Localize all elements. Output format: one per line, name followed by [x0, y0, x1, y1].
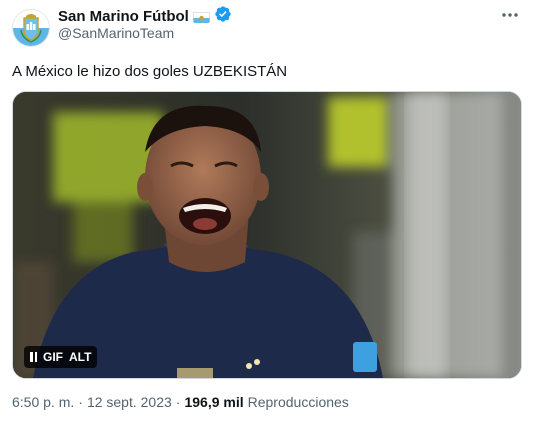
- view-count: 196,9 mil: [184, 394, 244, 410]
- san-marino-crest-icon: [13, 10, 49, 46]
- gif-label: GIF: [43, 350, 63, 364]
- view-label: Reproducciones: [247, 394, 349, 410]
- tweet-meta: 6:50 p. m. · 12 sept. 2023 · 196,9 mil R…: [12, 394, 349, 410]
- more-options-icon[interactable]: [500, 8, 520, 22]
- tweet-gif[interactable]: GIF ALT: [12, 91, 522, 379]
- alt-text-button[interactable]: ALT: [69, 350, 91, 364]
- avatar[interactable]: [12, 9, 50, 47]
- gif-controls-badge: GIF ALT: [24, 346, 98, 368]
- gif-frame-image: [13, 92, 521, 378]
- verified-badge-icon: [214, 5, 232, 28]
- tweet-time[interactable]: 6:50 p. m.: [12, 394, 74, 410]
- author-display-name[interactable]: San Marino Fútbol: [58, 8, 189, 25]
- author-handle[interactable]: @SanMarinoTeam: [58, 25, 174, 41]
- tweet-date[interactable]: 12 sept. 2023: [87, 394, 172, 410]
- pause-icon[interactable]: [30, 352, 37, 362]
- meta-separator: ·: [78, 394, 83, 410]
- tweet-card: San Marino Fútbol @SanMarinoTeam A Méxic…: [0, 0, 536, 430]
- meta-separator: ·: [175, 394, 181, 410]
- san-marino-flag-icon: [192, 11, 210, 23]
- tweet-text: A México le hizo dos goles UZBEKISTÁN: [12, 63, 288, 80]
